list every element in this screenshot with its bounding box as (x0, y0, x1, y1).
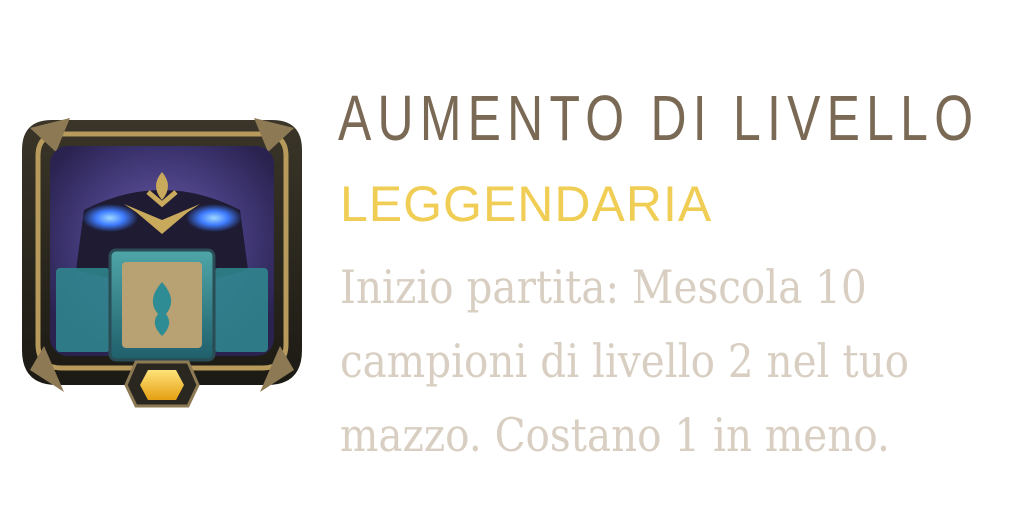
augment-emblem-icon (12, 100, 312, 410)
description-line: mazzo. Costano 1 in meno. (340, 408, 890, 462)
description-line: campioni di livello 2 nel tuo (340, 334, 910, 388)
description-line: Inizio partita: Mescola 10 (340, 260, 867, 314)
augment-title: AUMENTO DI LIVELLO (338, 82, 980, 154)
augment-description: Inizio partita: Mescola 10 campioni di l… (340, 250, 938, 472)
augment-card: AUMENTO DI LIVELLO LEGGENDARIA Inizio pa… (0, 0, 1024, 512)
augment-rarity-label: LEGGENDARIA (340, 176, 713, 232)
